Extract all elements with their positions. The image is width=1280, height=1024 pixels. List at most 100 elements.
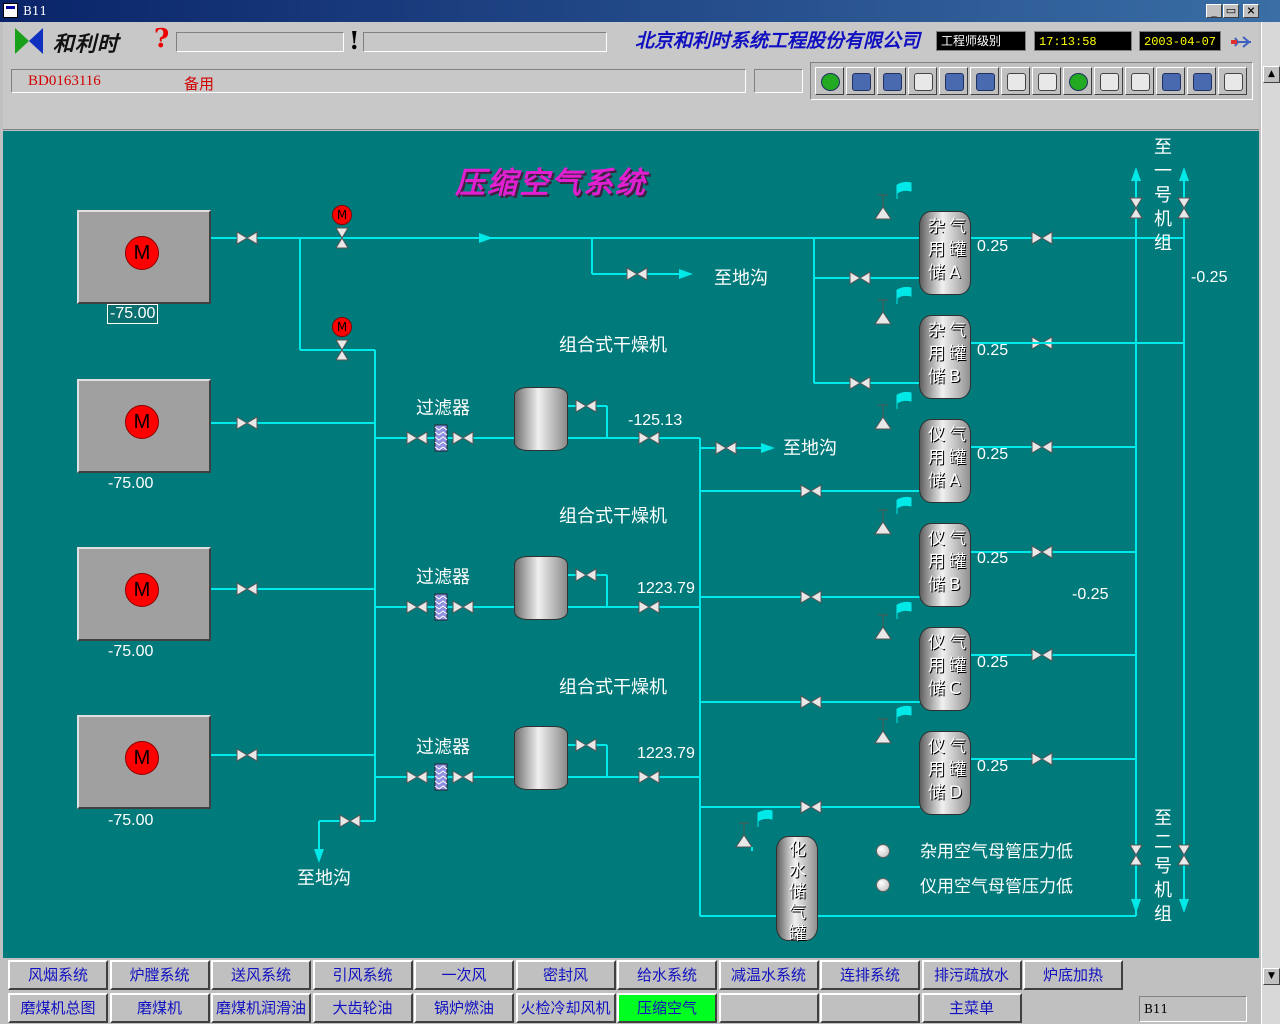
toolbar-trend-icon[interactable] <box>1187 67 1216 95</box>
valve-icon[interactable] <box>406 431 428 445</box>
filter-icon[interactable] <box>434 763 448 791</box>
toolbar-copy-icon[interactable] <box>1001 67 1030 95</box>
main-menu-button[interactable]: 主菜单 <box>921 993 1022 1023</box>
valve-icon[interactable] <box>406 770 428 784</box>
dryer-1[interactable] <box>514 387 568 451</box>
safety-valve-icon[interactable] <box>874 705 912 744</box>
nav-button[interactable]: 连排系统 <box>820 960 920 990</box>
safety-valve-icon[interactable] <box>874 496 912 535</box>
safety-valve-icon[interactable] <box>874 601 912 640</box>
storage-tank-2[interactable]: 杂气用罐储B <box>919 315 971 399</box>
nav-button[interactable]: 减温水系统 <box>718 960 819 990</box>
compressor-1-value[interactable]: -75.00 <box>107 304 159 324</box>
toolbar-globe-icon[interactable] <box>815 67 844 95</box>
nav-button[interactable] <box>718 993 819 1023</box>
valve-icon[interactable] <box>236 416 258 430</box>
valve-icon[interactable] <box>236 231 258 245</box>
vertical-scrollbar[interactable]: ▲ ▼ <box>1261 22 1280 1024</box>
valve-icon[interactable] <box>1129 844 1143 866</box>
toolbar-back-icon[interactable] <box>908 67 937 95</box>
toolbar-pipe-icon[interactable] <box>877 67 906 95</box>
valve-icon[interactable] <box>339 814 361 828</box>
alarm-icon[interactable]: ! <box>349 26 360 55</box>
valve-icon[interactable] <box>1129 197 1143 219</box>
storage-tank-1[interactable]: 杂气用罐储A <box>919 211 971 295</box>
nav-button[interactable]: 磨煤机总图 <box>8 993 108 1023</box>
valve-icon[interactable] <box>452 431 474 445</box>
toolbar-alarm-clear-icon[interactable] <box>1125 67 1154 95</box>
dryer-3[interactable] <box>514 726 568 790</box>
valve-icon[interactable] <box>1031 231 1053 245</box>
motor-valve-1-icon[interactable]: M <box>332 205 352 225</box>
toolbar-refresh-icon[interactable] <box>1156 67 1185 95</box>
water-tank[interactable]: 化 水 储 气 罐 <box>776 836 818 944</box>
storage-tank-3[interactable]: 仪气用罐储A <box>919 419 971 503</box>
scroll-down-arrow-icon[interactable]: ▼ <box>1263 968 1280 985</box>
nav-button[interactable]: 磨煤机润滑油 <box>211 993 311 1023</box>
toolbar-prev-icon[interactable] <box>939 67 968 95</box>
valve-icon[interactable] <box>626 267 648 281</box>
toolbar-home-icon[interactable] <box>846 67 875 95</box>
close-button[interactable]: × <box>1243 4 1259 18</box>
valve-icon[interactable] <box>638 431 660 445</box>
valve-icon[interactable] <box>1031 545 1053 559</box>
nav-button[interactable]: 炉底加热 <box>1023 960 1123 990</box>
compressor-1[interactable]: M <box>77 210 211 304</box>
nav-button[interactable]: 压缩空气 <box>617 993 717 1023</box>
user-level[interactable]: 工程师级别 <box>936 31 1026 51</box>
restore-button[interactable]: ▭ <box>1223 4 1239 18</box>
valve-icon[interactable] <box>575 399 597 413</box>
valve-icon[interactable] <box>236 582 258 596</box>
minimize-button[interactable]: _ <box>1206 4 1222 18</box>
nav-button[interactable]: 排污疏放水 <box>921 960 1022 990</box>
valve-icon[interactable] <box>715 441 737 455</box>
valve-icon[interactable] <box>406 600 428 614</box>
nav-button[interactable]: 炉膛系统 <box>109 960 210 990</box>
compressor-3[interactable]: M <box>77 547 211 641</box>
nav-button[interactable]: 火检冷却风机 <box>515 993 616 1023</box>
nav-button[interactable]: 磨煤机 <box>109 993 210 1023</box>
plane-icon[interactable] <box>1229 34 1253 50</box>
toolbar-report-icon[interactable] <box>1218 67 1247 95</box>
dryer-2[interactable] <box>514 556 568 620</box>
nav-button[interactable]: 一次风 <box>414 960 514 990</box>
valve-icon[interactable] <box>575 568 597 582</box>
valve-icon[interactable] <box>800 800 822 814</box>
nav-button[interactable]: 锅炉燃油 <box>414 993 514 1023</box>
valve-icon[interactable] <box>800 695 822 709</box>
valve-icon[interactable] <box>1031 752 1053 766</box>
valve-icon[interactable] <box>452 600 474 614</box>
safety-valve-icon[interactable] <box>874 391 912 430</box>
valve-icon[interactable] <box>236 748 258 762</box>
nav-button[interactable]: 大齿轮油 <box>312 993 413 1023</box>
valve-icon[interactable] <box>638 770 660 784</box>
nav-button[interactable]: 风烟系统 <box>8 960 108 990</box>
valve-icon[interactable] <box>1031 440 1053 454</box>
nav-button[interactable]: 给水系统 <box>617 960 717 990</box>
nav-button[interactable]: 密封风 <box>515 960 616 990</box>
safety-valve-icon[interactable] <box>874 181 912 220</box>
valve-icon[interactable] <box>575 738 597 752</box>
filter-icon[interactable] <box>434 424 448 452</box>
nav-button[interactable]: 送风系统 <box>211 960 311 990</box>
valve-icon[interactable] <box>849 376 871 390</box>
valve-icon[interactable] <box>800 484 822 498</box>
scroll-up-arrow-icon[interactable]: ▲ <box>1263 66 1280 83</box>
compressor-2[interactable]: M <box>77 379 211 473</box>
filter-icon[interactable] <box>434 593 448 621</box>
compressor-4[interactable]: M <box>77 715 211 809</box>
valve-icon[interactable] <box>1031 648 1053 662</box>
storage-tank-4[interactable]: 仪气用罐储B <box>919 523 971 607</box>
help-icon[interactable]: ? <box>154 24 169 54</box>
valve-icon[interactable] <box>1177 844 1191 866</box>
toolbar-next-icon[interactable] <box>970 67 999 95</box>
valve-icon[interactable] <box>849 271 871 285</box>
storage-tank-6[interactable]: 仪气用罐储D <box>919 731 971 815</box>
safety-valve-icon[interactable] <box>735 809 773 848</box>
nav-button[interactable]: 引风系统 <box>312 960 413 990</box>
toolbar-clock-icon[interactable] <box>1032 67 1061 95</box>
motor-valve-2-icon[interactable]: M <box>332 317 352 337</box>
valve-icon[interactable] <box>452 770 474 784</box>
valve-icon[interactable] <box>800 590 822 604</box>
valve-icon[interactable] <box>1177 197 1191 219</box>
